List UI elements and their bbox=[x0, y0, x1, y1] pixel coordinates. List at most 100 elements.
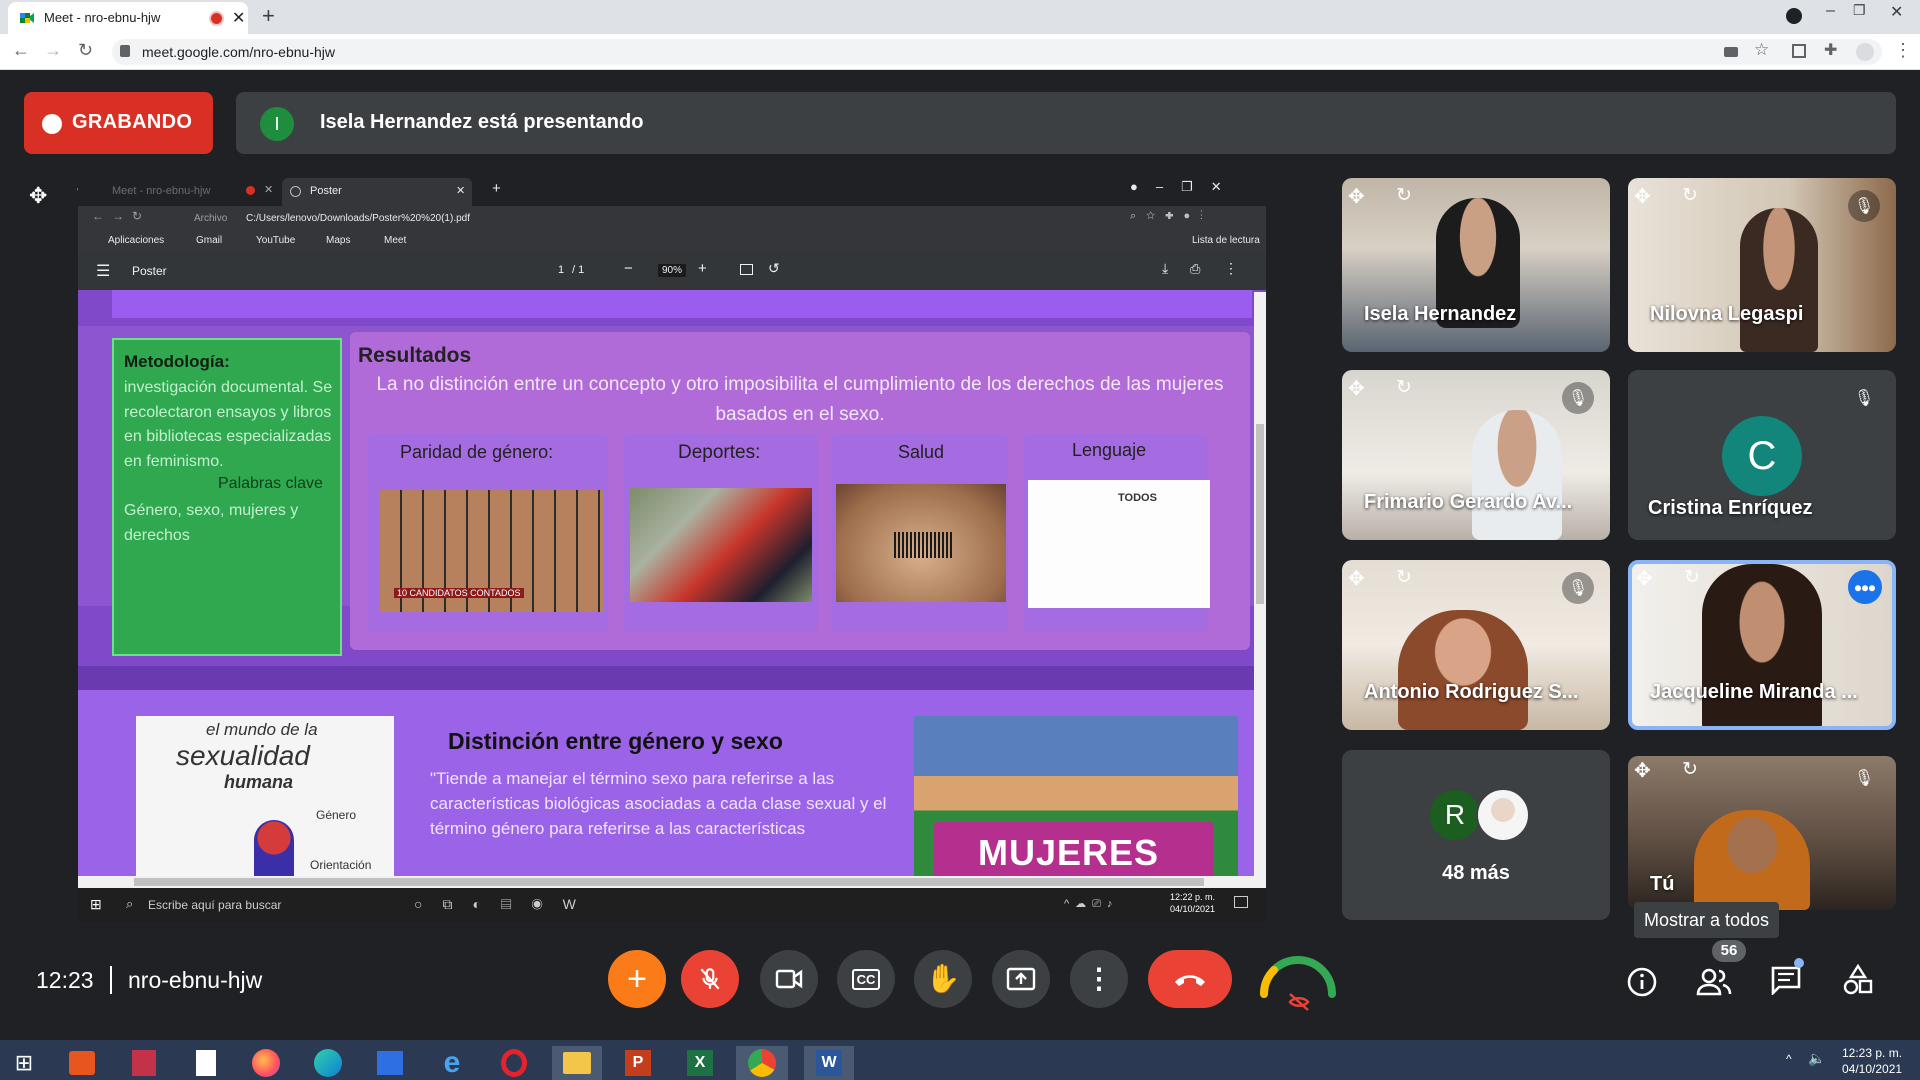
add-activities-button[interactable]: + bbox=[608, 950, 666, 1008]
captions-button[interactable]: CC bbox=[837, 950, 895, 1008]
taskbar-app-calculator[interactable] bbox=[124, 1046, 164, 1080]
taskbar-app-excel[interactable]: X bbox=[680, 1046, 720, 1080]
tab-search-icon[interactable] bbox=[1786, 8, 1802, 24]
taskbar-app-ie[interactable]: e bbox=[432, 1046, 472, 1080]
pin-move-icon[interactable]: ✥ bbox=[29, 183, 47, 209]
refresh-icon[interactable]: ↻ bbox=[1684, 566, 1700, 589]
pin-move-icon[interactable]: ✥ bbox=[1348, 376, 1365, 401]
refresh-icon[interactable]: ↻ bbox=[1396, 376, 1412, 399]
inner-window-controls[interactable]: ●–❐✕ bbox=[1130, 179, 1240, 195]
inner-start-icon[interactable]: ⊞ bbox=[90, 896, 102, 913]
inner-taskbar-apps[interactable]: ○⧉◐▤◉W bbox=[414, 896, 596, 913]
pdf-download-icon[interactable]: ⤓ bbox=[1162, 260, 1168, 277]
inner-tab-poster-close-icon[interactable]: ✕ bbox=[456, 184, 465, 197]
taskbar-app-edge[interactable] bbox=[308, 1046, 348, 1080]
omnibox[interactable] bbox=[112, 39, 1882, 65]
participant-tile-nilovna[interactable]: ✥ ↻ 🎙 Nilovna Legaspi bbox=[1628, 178, 1896, 352]
taskbar-app-explorer[interactable] bbox=[552, 1046, 602, 1080]
pdf-horizontal-scroll-thumb[interactable] bbox=[134, 878, 1204, 886]
inner-tab-poster[interactable]: Poster ✕ bbox=[282, 178, 472, 206]
inner-notification-icon[interactable] bbox=[1234, 896, 1248, 908]
camera-button[interactable] bbox=[760, 950, 818, 1008]
leave-call-button[interactable] bbox=[1148, 950, 1232, 1008]
volume-icon[interactable]: 🔈 bbox=[1808, 1050, 1825, 1067]
taskbar-app-drive[interactable] bbox=[370, 1046, 410, 1080]
taskbar-app-chrome[interactable] bbox=[736, 1046, 788, 1080]
reload-icon[interactable]: ↻ bbox=[78, 40, 93, 61]
extensions-puzzle-icon[interactable]: ✚ bbox=[1824, 40, 1837, 60]
inner-nav-icons[interactable]: ←→↻ bbox=[92, 209, 150, 223]
participant-tile-frimario[interactable]: ✥ ↻ 🎙 Frimario Gerardo Av... bbox=[1342, 370, 1610, 540]
pin-move-icon[interactable]: ✥ bbox=[1634, 184, 1651, 209]
taskbar-app-file[interactable] bbox=[186, 1046, 226, 1080]
pdf-zoom-in-icon[interactable]: + bbox=[698, 260, 707, 277]
participant-tile-antonio[interactable]: ✥ ↻ 🎙 Antonio Rodriguez S... bbox=[1342, 560, 1610, 730]
forward-icon[interactable]: → bbox=[44, 40, 62, 61]
participant-tile-cristina[interactable]: C 🎙 Cristina Enríquez bbox=[1628, 370, 1896, 540]
camera-icon[interactable] bbox=[1724, 47, 1738, 57]
url-text[interactable]: meet.google.com/nro-ebnu-hjw bbox=[142, 44, 335, 60]
inner-tab-close-icon[interactable]: ✕ bbox=[264, 183, 273, 196]
restore-window-button[interactable]: ❐ bbox=[1853, 2, 1866, 19]
pdf-zoom-value[interactable]: 90% bbox=[658, 264, 687, 277]
tray-up-arrow-icon[interactable]: ^ bbox=[1786, 1052, 1792, 1066]
profile-avatar[interactable] bbox=[1856, 43, 1874, 61]
inner-tray-icons[interactable]: ^☁⎚♪ bbox=[1064, 897, 1118, 911]
refresh-icon[interactable]: ↻ bbox=[1682, 184, 1698, 207]
taskbar-app-powerpoint[interactable]: P bbox=[618, 1046, 658, 1080]
browser-menu-icon[interactable]: ⋮ bbox=[1894, 40, 1912, 61]
pin-move-icon[interactable]: ✥ bbox=[1636, 566, 1653, 591]
participant-tile-isela[interactable]: ✥ ↻ Isela Hernandez bbox=[1342, 178, 1610, 352]
people-button[interactable] bbox=[1690, 958, 1738, 1006]
bookmark-maps[interactable]: Maps bbox=[326, 235, 350, 246]
meeting-details-button[interactable] bbox=[1620, 960, 1664, 1004]
taskbar-app-word[interactable]: W bbox=[804, 1046, 854, 1080]
bookmark-meet[interactable]: Meet bbox=[384, 235, 406, 246]
extension-cube-icon[interactable] bbox=[1792, 44, 1806, 58]
refresh-icon[interactable]: ↻ bbox=[1682, 758, 1698, 781]
pdf-more-icon[interactable]: ⋮ bbox=[1224, 260, 1238, 277]
more-options-button[interactable]: ⋮ bbox=[1070, 950, 1128, 1008]
pin-move-icon[interactable]: ✥ bbox=[1348, 566, 1365, 591]
pin-move-icon[interactable]: ✥ bbox=[1348, 184, 1365, 209]
bookmark-gmail[interactable]: Gmail bbox=[196, 235, 222, 246]
inner-taskbar-search[interactable]: Escribe aquí para buscar bbox=[148, 898, 281, 912]
microphone-button[interactable] bbox=[681, 950, 739, 1008]
back-icon[interactable]: ← bbox=[12, 40, 30, 61]
inner-toolbar-icons[interactable]: ⌕☆✚●⋮ bbox=[1130, 210, 1213, 223]
close-tab-icon[interactable]: ✕ bbox=[232, 8, 245, 28]
taskbar-app-opera[interactable] bbox=[494, 1046, 534, 1080]
taskbar-app-firefox[interactable] bbox=[246, 1046, 286, 1080]
pdf-vertical-scroll-thumb[interactable] bbox=[1256, 424, 1264, 604]
pdf-menu-icon[interactable]: ☰ bbox=[96, 261, 110, 281]
pdf-rotate-icon[interactable]: ↺ bbox=[768, 260, 780, 277]
close-window-button[interactable]: ✕ bbox=[1890, 2, 1903, 22]
refresh-icon[interactable]: ↻ bbox=[1396, 184, 1412, 207]
browser-tab-meet[interactable]: Meet - nro-ebnu-hjw ✕ bbox=[8, 2, 248, 34]
inner-tab-meet[interactable]: Meet - nro-ebnu-hjw bbox=[112, 185, 210, 197]
inner-new-tab-icon[interactable]: + bbox=[492, 180, 501, 197]
taskbar-app-photos[interactable] bbox=[62, 1046, 102, 1080]
more-participants-tile[interactable]: R 48 más bbox=[1342, 750, 1610, 920]
present-screen-button[interactable] bbox=[992, 950, 1050, 1008]
reading-list[interactable]: Lista de lectura bbox=[1192, 235, 1260, 246]
self-tile[interactable]: ✥ ↻ 🎙 Tú bbox=[1628, 756, 1896, 910]
bookmark-youtube[interactable]: YouTube bbox=[256, 235, 295, 246]
raise-hand-button[interactable]: ✋ bbox=[914, 950, 972, 1008]
pdf-fit-icon[interactable] bbox=[740, 264, 753, 275]
pdf-zoom-out-icon[interactable]: − bbox=[624, 260, 633, 277]
refresh-icon[interactable]: ↻ bbox=[1396, 566, 1412, 589]
participant-tile-jacqueline[interactable]: ✥ ↻ ⦁⦁⦁ Jacqueline Miranda ... bbox=[1628, 560, 1896, 730]
pdf-print-icon[interactable]: ⎙ bbox=[1190, 261, 1200, 277]
bookmark-star-icon[interactable]: ☆ bbox=[1754, 40, 1769, 60]
activities-button[interactable] bbox=[1836, 958, 1880, 1002]
pin-move-icon[interactable]: ✥ bbox=[1634, 758, 1651, 783]
inner-url[interactable]: C:/Users/lenovo/Downloads/Poster%20%20(1… bbox=[246, 213, 470, 224]
minimize-window-button[interactable]: – bbox=[1826, 2, 1835, 20]
pdf-page-current[interactable]: 1 bbox=[558, 264, 564, 276]
inner-clock-time: 12:22 p. m. bbox=[1170, 892, 1216, 902]
visual-effects-button[interactable] bbox=[1256, 944, 1340, 1014]
start-button[interactable]: ⊞ bbox=[4, 1046, 44, 1080]
new-tab-button[interactable]: + bbox=[262, 3, 275, 29]
bookmark-apps[interactable]: Aplicaciones bbox=[108, 235, 164, 246]
